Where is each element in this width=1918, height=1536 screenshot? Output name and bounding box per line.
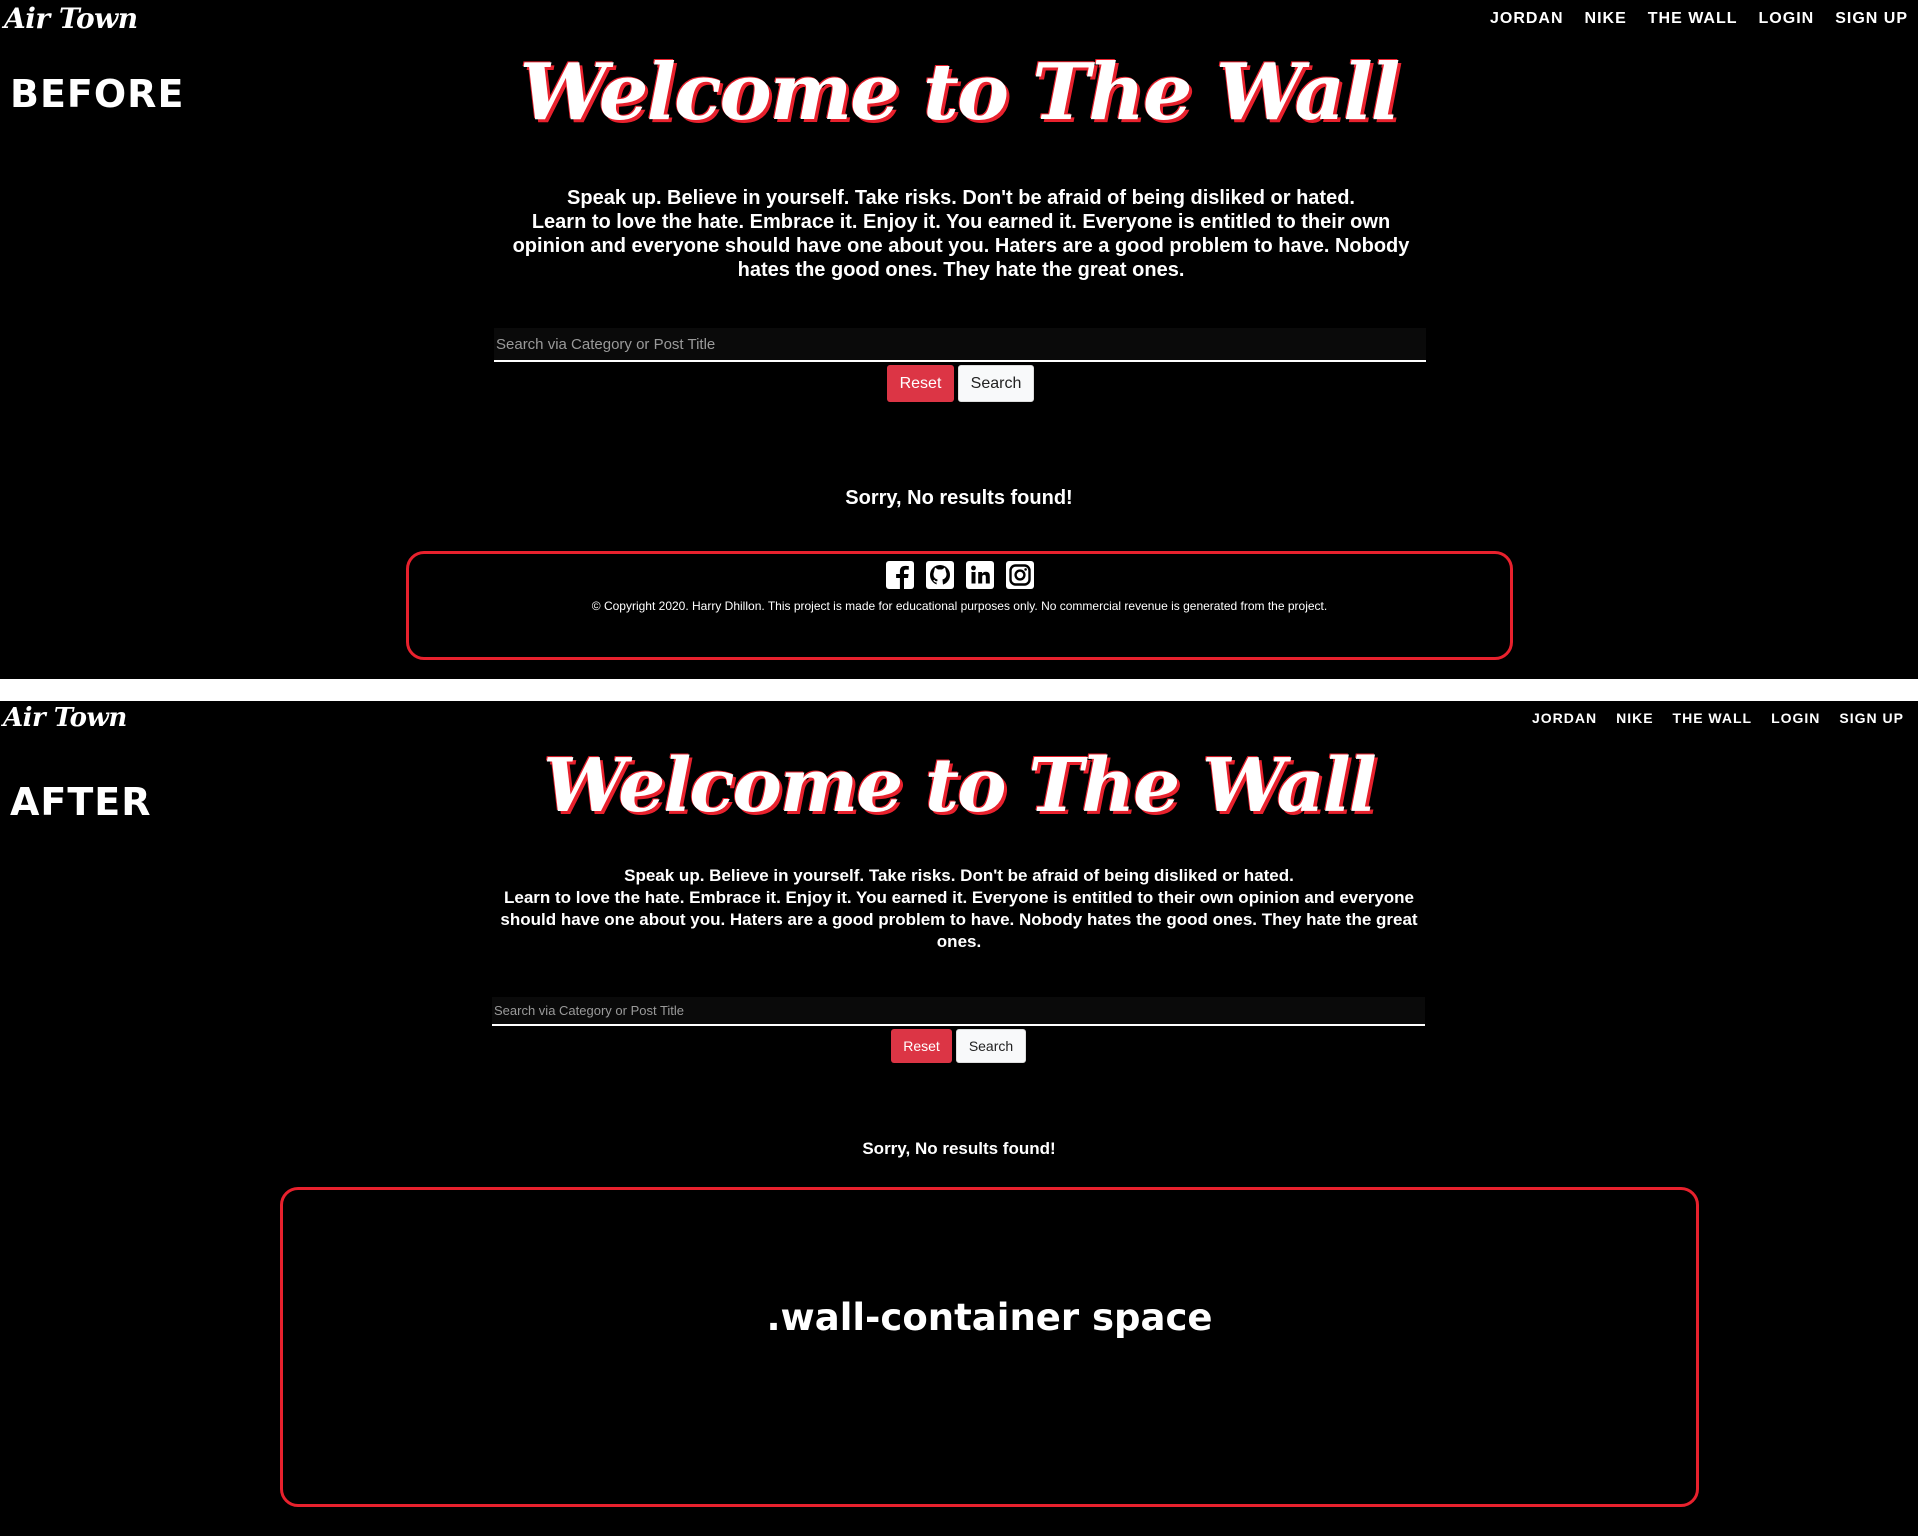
nav-login[interactable]: LOGIN	[1759, 10, 1815, 28]
quote-line-1: Speak up. Believe in yourself. Take risk…	[624, 866, 1294, 885]
reset-button[interactable]: Reset	[891, 1029, 952, 1063]
quote-line-2: Learn to love the hate. Embrace it. Enjo…	[512, 211, 1410, 281]
instagram-icon[interactable]	[1005, 560, 1035, 590]
reset-button[interactable]: Reset	[887, 365, 954, 402]
quote-line-1: Speak up. Believe in yourself. Take risk…	[567, 187, 1355, 209]
before-screenshot: Air Town JORDAN NIKE THE WALL LOGIN SIGN…	[0, 0, 1918, 679]
after-screenshot: Air Town JORDAN NIKE THE WALL LOGIN SIGN…	[0, 701, 1918, 1536]
top-nav: JORDAN NIKE THE WALL LOGIN SIGN UP	[1532, 710, 1904, 726]
quote-line-2: Learn to love the hate. Embrace it. Enjo…	[500, 888, 1418, 951]
brand-logo[interactable]: Air Town	[3, 703, 127, 733]
search-input[interactable]	[494, 328, 1426, 362]
nav-jordan[interactable]: JORDAN	[1532, 710, 1597, 726]
nav-the-wall[interactable]: THE WALL	[1673, 710, 1753, 726]
nav-jordan[interactable]: JORDAN	[1490, 10, 1564, 28]
search-button[interactable]: Search	[956, 1029, 1026, 1063]
nav-nike[interactable]: NIKE	[1616, 710, 1653, 726]
nav-login[interactable]: LOGIN	[1771, 710, 1820, 726]
no-results-message: Sorry, No results found!	[862, 1139, 1056, 1158]
nav-nike[interactable]: NIKE	[1585, 10, 1627, 28]
brand-logo[interactable]: Air Town	[4, 2, 138, 35]
copyright-text: © Copyright 2020. Harry Dhillon. This pr…	[591, 599, 1328, 613]
github-icon[interactable]	[925, 560, 955, 590]
top-nav: JORDAN NIKE THE WALL LOGIN SIGN UP	[1490, 10, 1908, 28]
search-input[interactable]	[492, 997, 1425, 1026]
nav-sign-up[interactable]: SIGN UP	[1835, 10, 1908, 28]
wall-container-label: .wall-container space	[766, 1296, 1213, 1339]
intro-quote: Speak up. Believe in yourself. Take risk…	[497, 865, 1421, 953]
wall-container: .wall-container space	[280, 1187, 1699, 1507]
page-title: Welcome to The Wall	[519, 47, 1401, 138]
nav-sign-up[interactable]: SIGN UP	[1839, 710, 1904, 726]
intro-quote: Speak up. Believe in yourself. Take risk…	[497, 186, 1425, 282]
no-results-message: Sorry, No results found!	[845, 487, 1073, 509]
search-button[interactable]: Search	[958, 365, 1034, 402]
facebook-icon[interactable]	[885, 560, 915, 590]
nav-the-wall[interactable]: THE WALL	[1648, 10, 1738, 28]
linkedin-icon[interactable]	[965, 560, 995, 590]
page-title: Welcome to The Wall	[543, 743, 1377, 829]
social-links	[885, 560, 1035, 590]
